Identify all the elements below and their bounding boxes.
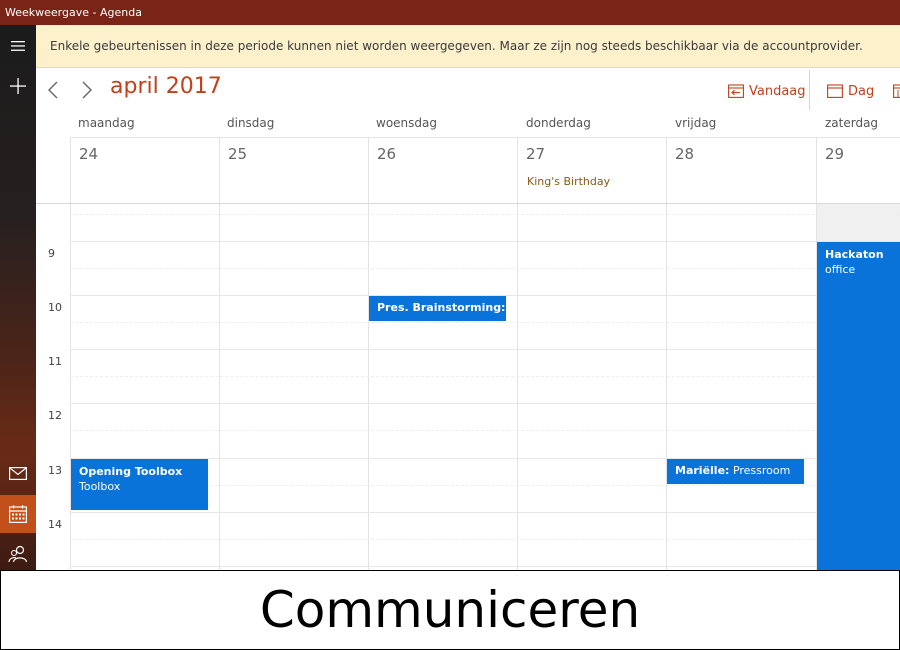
weekday-name: maandag — [78, 116, 135, 130]
column-divider — [517, 204, 518, 570]
chevron-left-icon — [48, 81, 58, 99]
day-header-cell[interactable]: 25 — [219, 137, 368, 203]
new-event-button[interactable] — [0, 67, 36, 105]
caption-text: Communiceren — [259, 581, 641, 639]
half-hour-line — [70, 376, 900, 377]
mail-app-button[interactable] — [0, 454, 36, 492]
half-hour-line — [70, 268, 900, 269]
hour-label: 10 — [48, 301, 62, 314]
chevron-right-icon — [82, 81, 92, 99]
people-app-button[interactable] — [0, 535, 36, 573]
day-view-icon — [827, 84, 843, 98]
event-title: Pres. Brainstorming: — [377, 301, 506, 314]
half-hour-line — [70, 430, 900, 431]
day-number: 27 — [526, 145, 546, 163]
weekday-name: vrijdag — [675, 116, 717, 130]
day-header-cell[interactable]: 28 — [666, 137, 816, 203]
info-banner: Enkele gebeurtenissen in deze periode ku… — [36, 25, 900, 68]
toolbar-divider — [809, 70, 810, 110]
today-button-label: Vandaag — [749, 83, 806, 99]
calendar-app-button[interactable] — [0, 495, 36, 533]
day-number: 26 — [377, 145, 397, 163]
saturday-early-shade — [816, 204, 900, 241]
column-divider — [70, 204, 71, 570]
hour-label: 11 — [48, 355, 62, 368]
event-marielle[interactable]: Mariëlle: Pressroom — [667, 459, 804, 484]
day-header-cell[interactable]: 29 — [816, 137, 900, 203]
event-location: Toolbox — [79, 480, 121, 493]
weekday-name: woensdag — [376, 116, 437, 130]
plus-icon — [10, 78, 26, 94]
half-hour-line — [70, 214, 900, 215]
day-number: 29 — [825, 145, 845, 163]
work-week-view-button[interactable] — [893, 83, 900, 102]
calendar-icon — [9, 505, 27, 523]
hour-line — [70, 403, 900, 404]
app-nav-rail — [0, 25, 36, 570]
hour-line — [70, 566, 900, 567]
work-week-view-icon — [893, 84, 900, 98]
hour-line — [70, 349, 900, 350]
caption-box: Communiceren — [0, 570, 900, 650]
column-divider — [219, 204, 220, 570]
hour-line — [70, 512, 900, 513]
event-opening-toolbox[interactable]: Opening Toolbox Toolbox — [71, 459, 208, 510]
hour-label: 9 — [48, 247, 55, 260]
next-week-button[interactable] — [76, 78, 96, 102]
previous-week-button[interactable] — [44, 78, 64, 102]
calendar-header: april 2017 Vandaag Dag — [36, 68, 900, 112]
day-number: 28 — [675, 145, 695, 163]
mail-icon — [9, 466, 27, 480]
weekday-name: dinsdag — [227, 116, 275, 130]
half-hour-line — [70, 322, 900, 323]
day-header-cell[interactable]: 27 King's Birthday — [517, 137, 666, 203]
event-location: Pressroom — [732, 464, 791, 477]
event-title: Mariëlle: — [675, 464, 730, 477]
week-time-grid[interactable]: 9 10 11 12 13 14 Pres. Brainstorming: pr… — [36, 204, 900, 570]
hour-label: 14 — [48, 518, 62, 531]
day-view-button[interactable]: Dag — [827, 80, 874, 102]
window-title-bar: Weekweergave - Agenda — [0, 0, 900, 25]
event-hackaton[interactable]: Hackaton office — [817, 242, 900, 570]
day-header-cell[interactable]: 26 — [368, 137, 517, 203]
info-banner-text: Enkele gebeurtenissen in deze periode ku… — [50, 39, 863, 53]
day-number: 25 — [228, 145, 248, 163]
event-location: office — [825, 263, 856, 276]
hamburger-menu-button[interactable] — [0, 27, 36, 65]
people-icon — [8, 545, 28, 563]
day-view-label: Dag — [848, 83, 875, 99]
event-title: Opening Toolbox — [79, 465, 183, 478]
hamburger-icon — [11, 41, 25, 51]
hour-line — [70, 241, 900, 242]
all-day-event-kings-birthday[interactable]: King's Birthday — [527, 175, 610, 188]
day-number: 24 — [79, 145, 99, 163]
day-header-cell[interactable]: 24 — [70, 137, 219, 203]
window-title: Weekweergave - Agenda — [5, 6, 142, 19]
today-button[interactable]: Vandaag — [728, 80, 806, 102]
event-title: Hackaton — [825, 248, 884, 261]
column-divider — [666, 204, 667, 570]
go-to-today-icon — [728, 84, 744, 98]
hour-label: 12 — [48, 409, 62, 422]
weekday-name: donderdag — [526, 116, 591, 130]
column-divider — [368, 204, 369, 570]
half-hour-line — [70, 539, 900, 540]
event-pres-brainstorming[interactable]: Pres. Brainstorming: pres — [369, 296, 506, 321]
month-title[interactable]: april 2017 — [110, 74, 222, 99]
weekday-name: zaterdag — [825, 116, 879, 130]
hour-label: 13 — [48, 464, 62, 477]
